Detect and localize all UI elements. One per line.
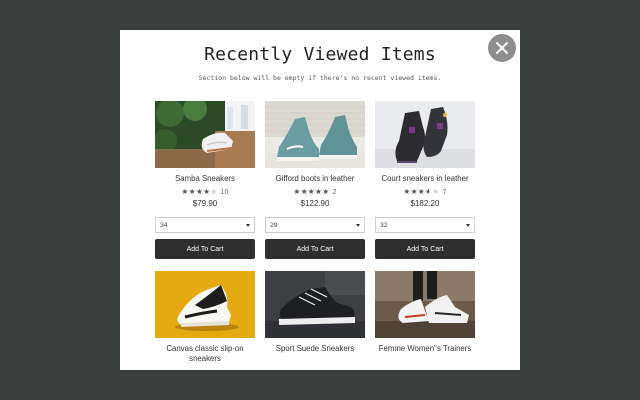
product-grid: Samba Sneakers ★★★★★★★★★★ 10 $79.90 34 A…	[155, 101, 475, 364]
close-icon	[496, 42, 508, 54]
size-value: 32	[380, 221, 388, 229]
modal-subtitle: Section below will be empty if there's n…	[198, 74, 442, 82]
product-card: Femme Women''s Trainers	[375, 271, 475, 364]
add-to-cart-button[interactable]: Add To Cart	[265, 239, 365, 259]
product-name[interactable]: Court sneakers in leather	[375, 174, 475, 185]
product-name[interactable]: Femme Women''s Trainers	[375, 344, 475, 354]
product-name[interactable]: Gifford boots in leather	[265, 174, 365, 185]
product-rating: ★★★★★★★★★★ 10	[155, 188, 255, 196]
product-card: Canvas classic slip-on sneakers	[155, 271, 255, 364]
product-rating: ★★★★★ ★★★★★ 2	[265, 188, 365, 196]
size-value: 29	[270, 221, 278, 229]
product-card: Gifford boots in leather ★★★★★ ★★★★★ 2 $1…	[265, 101, 365, 259]
chevron-down-icon	[246, 223, 250, 227]
chevron-down-icon	[356, 223, 360, 227]
recently-viewed-modal: Recently Viewed Items Section below will…	[120, 30, 520, 370]
chevron-down-icon	[466, 223, 470, 227]
product-image[interactable]	[155, 101, 255, 168]
product-image[interactable]	[265, 101, 365, 168]
product-image[interactable]	[375, 271, 475, 338]
review-count: 10	[220, 188, 229, 196]
star-rating: ★★★★★★★★★★	[403, 187, 440, 196]
size-value: 34	[160, 221, 168, 229]
product-card: Samba Sneakers ★★★★★★★★★★ 10 $79.90 34 A…	[155, 101, 255, 259]
product-image[interactable]	[375, 101, 475, 168]
modal-title: Recently Viewed Items	[204, 44, 436, 65]
product-name[interactable]: Canvas classic slip-on sneakers	[155, 344, 255, 364]
product-image[interactable]	[155, 271, 255, 338]
product-card: Court sneakers in leather ★★★★★★★★★★ 7 $…	[375, 101, 475, 259]
size-select[interactable]: 29	[265, 217, 365, 233]
add-to-cart-button[interactable]: Add To Cart	[155, 239, 255, 259]
review-count: 2	[332, 188, 337, 196]
product-price: $182.20	[410, 199, 440, 208]
product-image[interactable]	[265, 271, 365, 338]
product-card: Sport Suede Sneakers	[265, 271, 365, 364]
product-price: $79.90	[192, 199, 218, 208]
size-select[interactable]: 34	[155, 217, 255, 233]
star-rating: ★★★★★★★★★★	[293, 187, 330, 196]
star-rating: ★★★★★★★★★★	[181, 187, 218, 196]
product-name[interactable]: Sport Suede Sneakers	[265, 344, 365, 354]
product-name[interactable]: Samba Sneakers	[155, 174, 255, 185]
add-to-cart-button[interactable]: Add To Cart	[375, 239, 475, 259]
close-button[interactable]	[488, 34, 516, 62]
size-select[interactable]: 32	[375, 217, 475, 233]
product-price: $122.90	[300, 199, 330, 208]
product-rating: ★★★★★★★★★★ 7	[375, 188, 475, 196]
review-count: 7	[442, 188, 447, 196]
